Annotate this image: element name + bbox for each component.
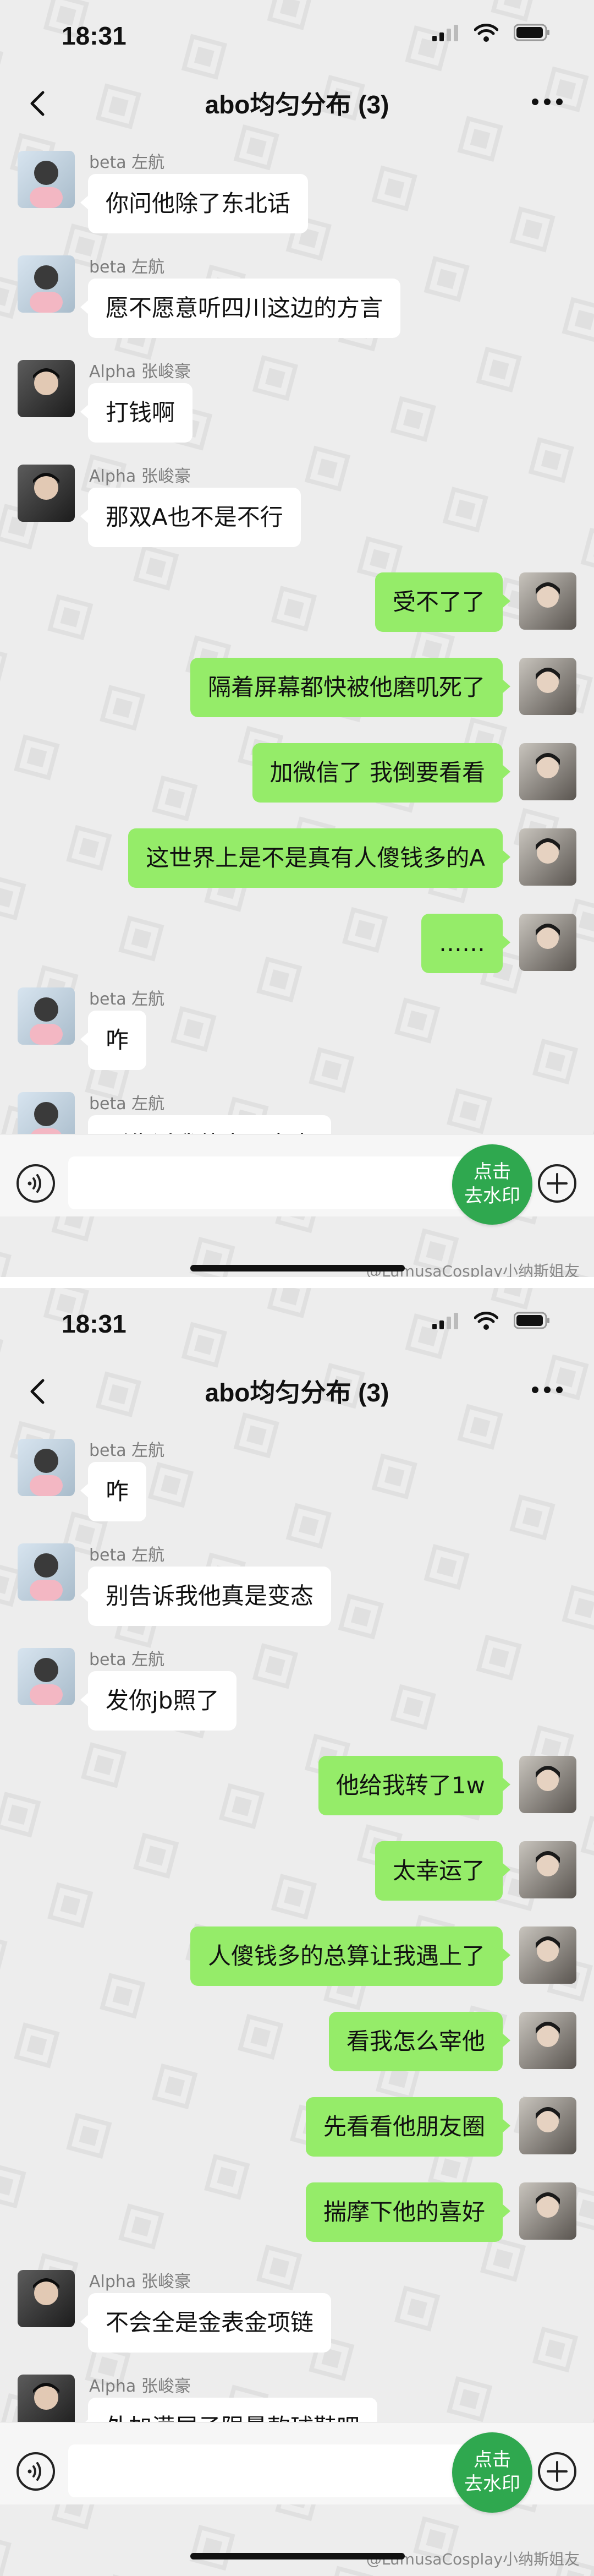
avatar[interactable] <box>18 2270 75 2327</box>
signal-icon <box>432 1313 458 1329</box>
chat-title: abo均匀分布 (3) <box>205 1378 389 1407</box>
status-icons <box>432 23 550 42</box>
voice-input-icon[interactable] <box>15 1163 56 1204</box>
chat-header: abo均匀分布 (3) <box>0 77 594 127</box>
message-bubble[interactable]: 别告诉我他真是变态 <box>80 1567 332 1626</box>
battery-icon <box>514 24 549 41</box>
sender-name: Alpha 张峻豪 <box>89 362 191 381</box>
sender-name: beta 左航 <box>89 1441 165 1460</box>
avatar[interactable] <box>18 2375 75 2427</box>
message-bubble[interactable]: 那双A也不是不行 <box>80 488 301 547</box>
avatar[interactable] <box>18 987 75 1045</box>
message-bubble[interactable]: 人傻钱多的总算让我遇上了 <box>190 1926 511 1986</box>
avatar[interactable] <box>519 1841 576 1898</box>
avatar[interactable] <box>18 360 75 417</box>
wifi-icon <box>474 1312 498 1330</box>
status-time: 18:31 <box>62 21 127 50</box>
message-bubble[interactable]: …… <box>421 914 510 973</box>
avatar[interactable] <box>519 572 576 630</box>
avatar[interactable] <box>18 1439 75 1496</box>
remove-watermark-line2: 去水印 <box>464 1185 520 1207</box>
status-time: 18:31 <box>62 1309 127 1338</box>
plus-icon[interactable] <box>537 2451 578 2492</box>
avatar[interactable] <box>18 1648 75 1705</box>
message-bubble[interactable]: 你问他除了东北话 <box>80 174 309 233</box>
message-bubble[interactable]: 隔着屏幕都快被他磨叽死了 <box>190 658 511 717</box>
avatar[interactable] <box>519 2097 576 2154</box>
sender-name: beta 左航 <box>89 1094 165 1114</box>
more-options-icon[interactable] <box>528 1376 566 1404</box>
status-bar: 18:31 <box>0 0 594 77</box>
message-bubble[interactable]: 加微信了 我倒要看看 <box>252 743 511 803</box>
message-bubble[interactable]: 看我怎么宰他 <box>328 2012 511 2071</box>
avatar[interactable] <box>519 743 576 800</box>
sender-name: beta 左航 <box>89 1650 165 1669</box>
remove-watermark-line2: 去水印 <box>464 2473 520 2495</box>
message-bubble[interactable]: 发你jb照了 <box>80 1671 237 1731</box>
avatar[interactable] <box>18 255 75 313</box>
avatar[interactable] <box>519 2012 576 2069</box>
avatar[interactable] <box>519 1756 576 1813</box>
sender-name: Alpha 张峻豪 <box>89 467 191 486</box>
message-bubble[interactable]: 咋 <box>80 1462 147 1521</box>
message-bubble[interactable]: 不会全是金表金项链 <box>80 2293 332 2353</box>
avatar[interactable] <box>18 151 75 208</box>
sender-name: beta 左航 <box>89 258 165 277</box>
message-list[interactable]: beta 左航 你问他除了东北话 beta 左航 愿不愿意听四川这边的方言 Al… <box>0 138 594 1139</box>
avatar[interactable] <box>18 1092 75 1139</box>
avatar[interactable] <box>519 658 576 715</box>
input-bar: 点击 去水印 <box>0 2422 594 2513</box>
remove-watermark-button[interactable]: 点击 去水印 <box>452 2432 532 2513</box>
remove-watermark-button[interactable]: 点击 去水印 <box>452 1144 532 1225</box>
message-bubble[interactable]: 愿不愿意听四川这边的方言 <box>80 279 401 338</box>
message-bubble[interactable]: 这世界上是不是真有人傻钱多的A <box>128 828 510 888</box>
more-options-icon[interactable] <box>528 88 566 116</box>
chat-screen: 18:31 abo均匀分布 (3) <box>0 0 594 1288</box>
plus-icon[interactable] <box>537 1163 578 1204</box>
status-icons <box>432 1311 550 1330</box>
avatar[interactable] <box>18 465 75 522</box>
home-indicator <box>190 2553 405 2559</box>
message-bubble[interactable]: 打钱啊 <box>80 383 193 443</box>
battery-icon <box>514 1312 549 1329</box>
remove-watermark-line1: 点击 <box>474 2449 511 2471</box>
message-input[interactable] <box>68 1156 468 1209</box>
input-bar: 点击 去水印 <box>0 1134 594 1225</box>
signal-icon <box>432 25 458 41</box>
sender-name: beta 左航 <box>89 153 165 172</box>
avatar[interactable] <box>519 1926 576 1984</box>
message-bubble[interactable]: 咋 <box>80 1011 147 1070</box>
message-bubble[interactable]: 先看看他朋友圈 <box>305 2097 511 2157</box>
avatar[interactable] <box>519 914 576 971</box>
message-list[interactable]: beta 左航 咋 beta 左航 别告诉我他真是变态 beta 左航 发你jb… <box>0 1426 594 2427</box>
status-bar: 18:31 <box>0 1288 594 1365</box>
avatar[interactable] <box>519 828 576 886</box>
avatar[interactable] <box>18 1543 75 1601</box>
voice-input-icon[interactable] <box>15 2451 56 2492</box>
sender-name: Alpha 张峻豪 <box>89 2377 191 2396</box>
remove-watermark-line1: 点击 <box>474 1161 511 1183</box>
message-bubble[interactable]: 太幸运了 <box>375 1841 511 1901</box>
home-indicator <box>190 1265 405 1271</box>
sender-name: beta 左航 <box>89 990 165 1009</box>
message-input[interactable] <box>68 2444 468 2497</box>
avatar[interactable] <box>519 2182 576 2240</box>
sender-name: beta 左航 <box>89 1546 165 1565</box>
chat-title: abo均匀分布 (3) <box>205 90 389 119</box>
message-bubble[interactable]: 揣摩下他的喜好 <box>305 2182 511 2242</box>
chat-screen: 18:31 abo均匀分布 (3) <box>0 1288 594 2576</box>
screenshot-separator <box>0 1277 594 1288</box>
message-bubble[interactable]: 受不了了 <box>375 572 511 632</box>
wifi-icon <box>474 24 498 42</box>
chat-header: abo均匀分布 (3) <box>0 1365 594 1415</box>
message-bubble[interactable]: 他给我转了1w <box>318 1756 511 1815</box>
sender-name: Alpha 张峻豪 <box>89 2272 191 2291</box>
